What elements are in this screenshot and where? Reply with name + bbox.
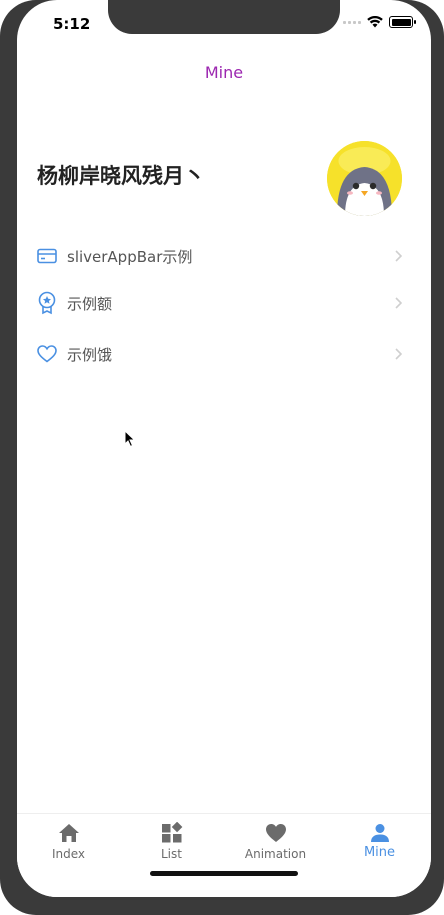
home-icon <box>58 822 80 844</box>
tab-index[interactable]: Index <box>17 822 120 861</box>
tab-label: Index <box>51 847 86 861</box>
menu-item-label: 示例饿 <box>67 345 113 364</box>
home-indicator[interactable] <box>150 871 298 876</box>
user-name: 杨柳岸晓风残月丶 <box>37 164 205 188</box>
device-frame: 5:12 Mine 杨柳岸晓风残月丶 sliverAppBar示例 示例额 示例… <box>0 0 444 915</box>
widgets-icon <box>161 822 183 844</box>
notch <box>108 0 340 34</box>
tab-label: Mine <box>363 845 396 860</box>
menu-item-sliverappbar[interactable]: sliverAppBar示例 <box>17 232 431 280</box>
avatar[interactable] <box>327 141 402 216</box>
wifi-icon <box>367 16 383 28</box>
chevron-right-icon <box>395 297 403 309</box>
menu-item-example-hungry[interactable]: 示例饿 <box>17 330 431 378</box>
menu-item-label: 示例额 <box>67 294 113 313</box>
battery-icon <box>389 16 416 28</box>
signal-icon <box>343 20 361 24</box>
menu-item-label: sliverAppBar示例 <box>67 247 193 266</box>
tab-animation[interactable]: Animation <box>224 822 327 861</box>
award-icon <box>37 291 57 315</box>
tab-list[interactable]: List <box>120 822 223 861</box>
chevron-right-icon <box>395 348 403 360</box>
menu-item-example-e[interactable]: 示例额 <box>17 279 431 327</box>
status-icons <box>343 16 416 28</box>
bottom-tab-bar: Index List Animation Mine <box>17 813 431 897</box>
heart-icon <box>265 822 287 844</box>
tab-label: Animation <box>244 847 307 861</box>
heart-outline-icon <box>37 344 57 364</box>
card-icon <box>37 246 57 266</box>
tab-label: List <box>161 847 182 861</box>
screen: 5:12 Mine 杨柳岸晓风残月丶 sliverAppBar示例 示例额 示例… <box>17 0 431 897</box>
page-title: Mine <box>204 63 244 82</box>
chevron-right-icon <box>395 250 403 262</box>
tab-mine[interactable]: Mine <box>328 822 431 860</box>
status-time: 5:12 <box>53 15 91 33</box>
person-icon <box>369 822 391 844</box>
mouse-cursor-icon <box>124 430 136 448</box>
penguin-avatar-icon <box>327 141 402 216</box>
